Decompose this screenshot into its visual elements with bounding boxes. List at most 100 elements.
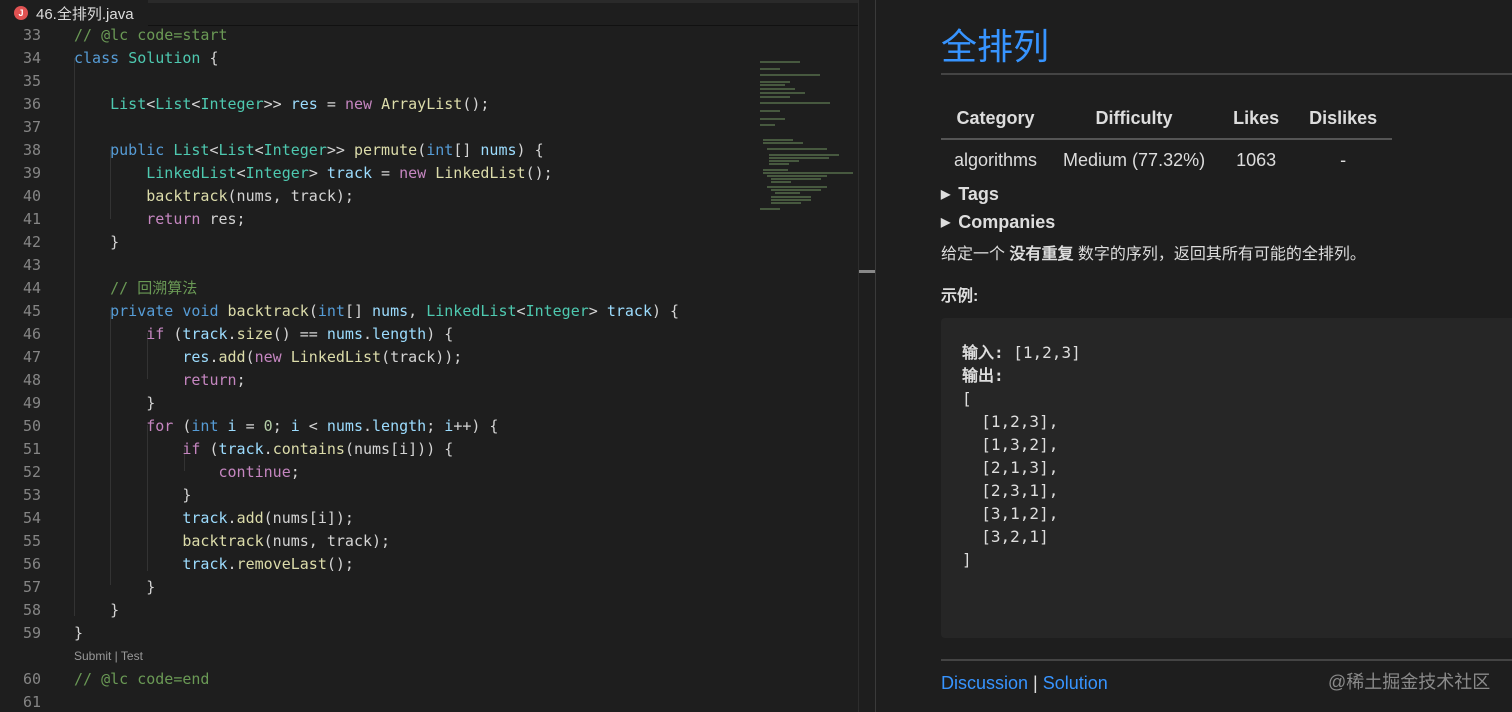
code-token: return — [182, 371, 237, 389]
code-token: class — [74, 49, 129, 67]
code-token: (nums, track); — [263, 532, 391, 550]
code-token: { — [200, 49, 219, 67]
expand-triangle-icon: ▶ — [941, 187, 951, 201]
minimap-line — [760, 68, 780, 70]
code-line[interactable]: 47 res.add(new LinkedList(track)); — [0, 346, 755, 369]
discussion-link[interactable]: Discussion — [941, 673, 1028, 693]
line-number: 51 — [22, 440, 41, 458]
code-token: backtrack — [227, 302, 309, 320]
code-text: LinkedList<Integer> track = new LinkedLi… — [74, 162, 552, 185]
code-line[interactable]: 41 return res; — [0, 208, 755, 231]
code-line[interactable]: 53 } — [0, 484, 755, 507]
code-line[interactable]: 39 LinkedList<Integer> track = new Linke… — [0, 162, 755, 185]
line-number: 33 — [22, 26, 41, 44]
line-number: 58 — [22, 601, 41, 619]
code-token: < — [209, 141, 219, 159]
solution-link[interactable]: Solution — [1043, 673, 1108, 693]
code-token: . — [209, 348, 219, 366]
code-line[interactable]: 42 } — [0, 231, 755, 254]
companies-toggle[interactable]: ▶ Companies — [941, 212, 1055, 233]
minimap[interactable] — [755, 26, 858, 712]
problem-preview: 全排列 Category Difficulty Likes Dislikes a… — [876, 0, 1512, 712]
code-line[interactable]: 50 for (int i = 0; i < nums.length; i++)… — [0, 415, 755, 438]
line-number: 60 — [22, 670, 41, 688]
code-line[interactable]: 57 } — [0, 576, 755, 599]
code-line[interactable]: 43 — [0, 254, 755, 277]
code-token: List — [110, 95, 147, 113]
code-token: = — [317, 95, 345, 113]
minimap-line — [763, 172, 853, 174]
minimap-line — [775, 192, 800, 194]
line-number: 45 — [22, 302, 41, 320]
code-line[interactable]: 60 // @lc code=end — [0, 668, 755, 691]
code-line[interactable]: 56 track.removeLast(); — [0, 553, 755, 576]
code-token: . — [363, 325, 373, 343]
code-editor[interactable]: 33// @lc code=start 34 class Solution {35 3… — [0, 26, 858, 712]
code-line[interactable]: 45 private void backtrack(int[] nums, Li… — [0, 300, 755, 323]
code-token: res — [182, 348, 210, 366]
tags-toggle[interactable]: ▶ Tags — [941, 184, 999, 205]
code-line[interactable]: 34 class Solution { — [0, 47, 755, 70]
line-number: 36 — [22, 95, 41, 113]
code-text: } — [74, 599, 119, 622]
example-block: 输入: [1,2,3] 输出: [ [1,2,3], [1,3,2], [2,1… — [941, 318, 1512, 638]
code-token: int — [317, 302, 345, 320]
companies-label: Companies — [958, 212, 1056, 232]
code-token: } — [74, 486, 192, 504]
footer-links: Discussion | Solution — [941, 673, 1108, 694]
code-line[interactable]: 58 } — [0, 599, 755, 622]
minimap-line — [760, 88, 795, 90]
java-file-icon: J — [14, 6, 28, 20]
code-token: , — [408, 302, 427, 320]
code-line[interactable]: 38 public List<List<Integer>> permute(in… — [0, 139, 755, 162]
code-line[interactable]: 33 // @lc code=start — [0, 26, 755, 47]
line-number: 52 — [22, 463, 41, 481]
code-line[interactable]: 36 List<List<Integer>> res = new ArrayLi… — [0, 93, 755, 116]
code-line[interactable]: 49 } — [0, 392, 755, 415]
problem-title: 全排列 — [941, 26, 1050, 67]
code-text: public List<List<Integer>> permute(int[]… — [74, 139, 544, 162]
minimap-line — [760, 118, 785, 120]
code-token: Solution — [128, 49, 201, 67]
line-number: 50 — [22, 417, 41, 435]
code-line[interactable]: 48 return; — [0, 369, 755, 392]
line-number: 44 — [22, 279, 41, 297]
header-category: Category — [941, 100, 1051, 140]
code-line[interactable]: 54 track.add(nums[i]); — [0, 507, 755, 530]
code-text: class Solution { — [74, 47, 219, 70]
problem-description: 给定一个 没有重复 数字的序列，返回其所有可能的全排列。 — [941, 240, 1366, 264]
minimap-line — [769, 160, 799, 162]
code-token: Integer — [263, 141, 327, 159]
code-line[interactable]: 40 backtrack(nums, track); — [0, 185, 755, 208]
code-token: = — [236, 417, 264, 435]
code-token: >> — [263, 95, 291, 113]
code-line[interactable]: 44 // 回溯算法 — [0, 277, 755, 300]
code-text: return; — [74, 369, 245, 392]
code-line[interactable]: 46 if (track.size() == nums.length) { — [0, 323, 755, 346]
code-token: track — [182, 555, 228, 573]
code-token: [] — [344, 302, 373, 320]
cell-category: algorithms — [954, 150, 1038, 170]
line-number: 34 — [22, 49, 41, 67]
code-line[interactable]: 37 — [0, 116, 755, 139]
code-token: i — [227, 417, 237, 435]
tab-file[interactable]: J 46.全排列.java — [0, 0, 148, 26]
code-token: LinkedList — [146, 164, 237, 182]
code-token: ++) { — [453, 417, 499, 435]
code-line[interactable]: 55 backtrack(nums, track); — [0, 530, 755, 553]
cell-likes: 1063 — [1236, 150, 1277, 170]
code-line[interactable]: 59} — [0, 622, 755, 645]
code-line[interactable]: 51 if (track.contains(nums[i])) { — [0, 438, 755, 461]
code-line[interactable]: 35 — [0, 70, 755, 93]
scroll-thumb[interactable] — [859, 270, 875, 273]
code-line[interactable]: 61 — [0, 691, 755, 712]
minimap-line — [760, 84, 785, 86]
code-token: LinkedList — [435, 164, 526, 182]
minimap-line — [760, 110, 780, 112]
editor-scrollbar[interactable] — [858, 0, 875, 712]
codelens-submit-test[interactable]: Submit | Test — [74, 649, 143, 663]
code-line[interactable]: 52 continue; — [0, 461, 755, 484]
